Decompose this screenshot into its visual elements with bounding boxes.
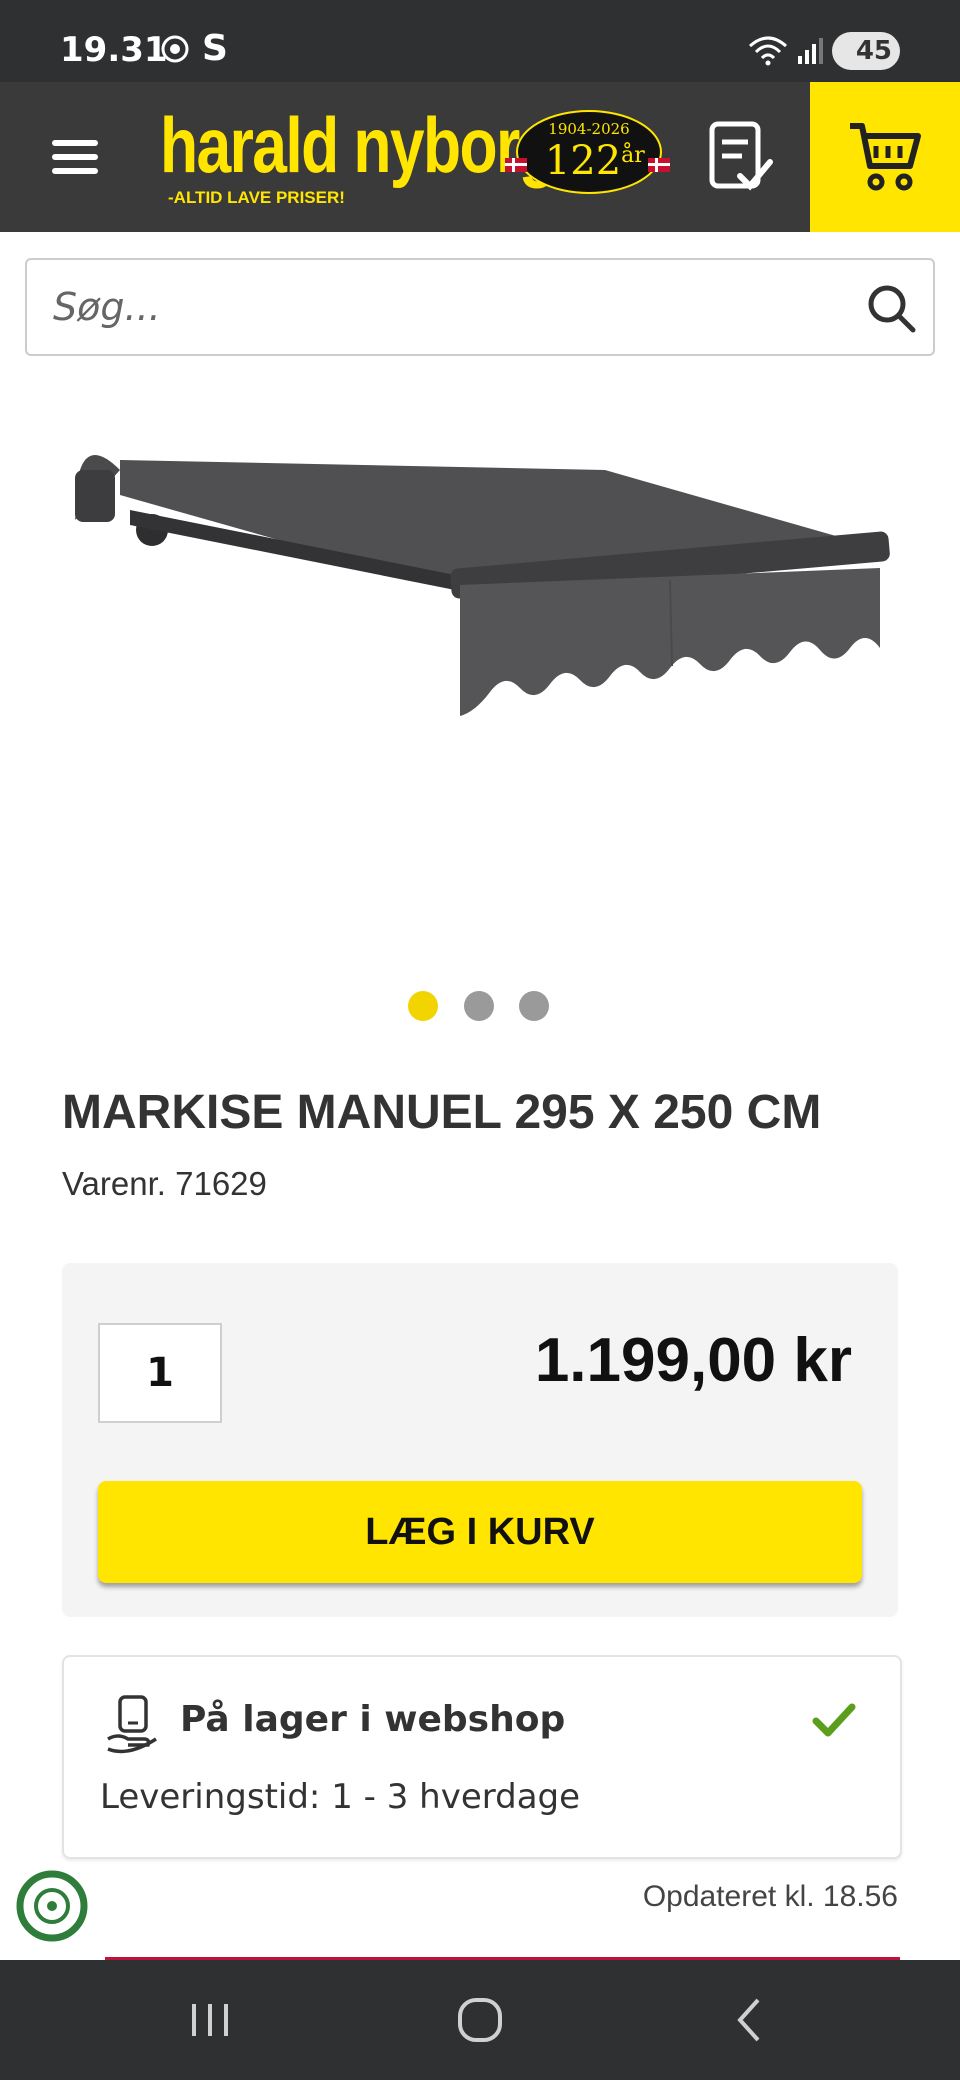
chrome-icon [161,35,189,63]
search-bar [25,258,935,356]
cart-button[interactable] [810,82,960,232]
product-price: 1.199,00 kr [534,1326,852,1395]
logo-tagline: -ALTID LAVE PRISER! [168,188,345,207]
recent-apps-icon[interactable] [170,1990,250,2050]
menu-icon [52,140,98,146]
wifi-icon [749,36,787,66]
eco-icon[interactable] [14,1868,90,1944]
logo[interactable]: harald nyborg -ALTID LAVE PRISER! 1904-2… [160,100,680,220]
checklist-icon [709,121,773,191]
back-icon[interactable] [710,1990,790,2050]
badge-anniversary: 122 [545,138,621,184]
android-nav-bar [0,1960,960,2080]
delivery-time: Leveringstid: 1 - 3 hverdage [100,1777,581,1817]
carousel-indicators [408,991,558,1023]
carousel-dot[interactable] [519,991,549,1021]
status-time: 19.31 [60,30,168,70]
menu-icon-bar [52,154,98,160]
search-input[interactable] [51,260,831,354]
checkmark-icon [812,1703,856,1737]
signal-icon [798,38,823,64]
price-box: 1 1.199,00 kr LÆG I KURV [62,1263,898,1617]
home-icon[interactable] [440,1990,520,2050]
search-icon[interactable] [865,282,917,334]
battery-level: 45 [855,36,892,66]
stock-updated-time: Opdateret kl. 18.56 [642,1880,898,1913]
site-header: harald nyborg -ALTID LAVE PRISER! 1904-2… [0,82,960,232]
stock-status-box[interactable]: På lager i webshop Leveringstid: 1 - 3 h… [62,1655,902,1859]
samsung-s-icon: S [202,28,228,69]
product-image[interactable] [60,440,900,760]
shopping-list-button[interactable] [706,118,778,198]
badge-suffix: år [621,141,645,168]
logo-text: harald nyborg [160,101,557,189]
cart-icon [850,123,921,191]
status-bar: 19.31 S 45 [0,0,960,82]
stock-title: På lager i webshop [180,1699,566,1740]
product-sku: Varenr. 71629 [62,1165,267,1202]
carousel-dot-active[interactable] [408,991,438,1021]
carousel-dot[interactable] [464,991,494,1021]
badge-years: 1904-2026 [548,120,629,138]
menu-icon-bar [52,168,98,174]
menu-button[interactable] [40,122,110,192]
stock-pickup-icon [107,1695,157,1754]
quantity-field[interactable]: 1 [98,1323,222,1423]
battery-indicator: 45 [832,32,900,70]
anniversary-badge: 1904-2026 122 år [505,110,670,194]
product-title: MARKISE MANUEL 295 X 250 CM [62,1086,822,1139]
add-to-cart-button[interactable]: LÆG I KURV [98,1481,862,1583]
